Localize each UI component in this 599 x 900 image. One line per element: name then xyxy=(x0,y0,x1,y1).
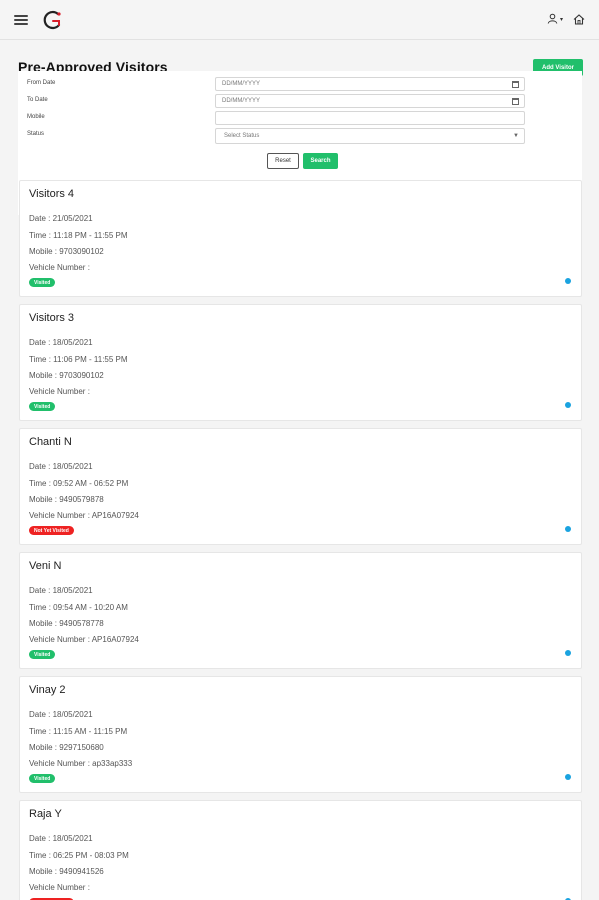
top-bar: ▾ xyxy=(0,0,599,40)
details-dot-icon[interactable] xyxy=(565,774,571,780)
status-badge: Visited xyxy=(29,278,56,287)
visit-time: Time : 09:52 AM - 06:52 PM xyxy=(29,479,129,488)
calendar-icon[interactable] xyxy=(512,98,519,105)
reset-button[interactable]: Reset xyxy=(267,153,299,169)
to-date-input[interactable]: DD/MM/YYYY xyxy=(215,94,525,108)
status-badge: Visited xyxy=(29,650,56,659)
calendar-icon[interactable] xyxy=(512,81,519,88)
visit-time: Time : 09:54 AM - 10:20 AM xyxy=(29,603,128,612)
mobile-label: Mobile xyxy=(27,114,45,120)
vehicle-number: Vehicle Number : ap33ap333 xyxy=(29,759,133,768)
visitor-mobile: Mobile : 9490941526 xyxy=(29,867,104,876)
details-dot-icon[interactable] xyxy=(565,650,571,656)
visitor-card[interactable]: Vinay 2 Date : 18/05/2021 Time : 11:15 AM … xyxy=(19,676,582,793)
user-menu[interactable]: ▾ xyxy=(547,11,563,29)
status-badge: Visited xyxy=(29,402,56,411)
status-label: Status xyxy=(27,131,45,137)
visitor-name: Visitors 3 xyxy=(29,312,75,324)
visit-time: Time : 11:18 PM - 11:55 PM xyxy=(29,231,128,240)
visit-date: Date : 18/05/2021 xyxy=(29,710,93,719)
visitor-mobile: Mobile : 9703090102 xyxy=(29,247,104,256)
vehicle-number: Vehicle Number : AP16A07924 xyxy=(29,635,139,644)
visitor-card[interactable]: Visitors 4 Date : 21/05/2021 Time : 11:18 … xyxy=(19,180,582,297)
visitor-name: Visitors 4 xyxy=(29,188,75,200)
app-logo[interactable] xyxy=(42,9,64,31)
vehicle-number: Vehicle Number : AP16A07924 xyxy=(29,511,139,520)
home-icon[interactable] xyxy=(573,14,585,25)
visitor-mobile: Mobile : 9490579878 xyxy=(29,495,104,504)
visit-time: Time : 11:15 AM - 11:15 PM xyxy=(29,727,128,736)
vehicle-number: Vehicle Number : xyxy=(29,263,90,272)
visitor-name: Veni N xyxy=(29,560,62,572)
search-button[interactable]: Search xyxy=(303,153,338,169)
visitor-card[interactable]: Visitors 3 Date : 18/05/2021 Time : 11:06 … xyxy=(19,304,582,421)
status-badge: Not Yet Visited xyxy=(29,526,74,535)
visit-date: Date : 21/05/2021 xyxy=(29,214,93,223)
visitor-name: Chanti N xyxy=(29,436,72,448)
page-header: Pre-Approved Visitors Add Visitor xyxy=(18,50,583,76)
from-date-placeholder: DD/MM/YYYY xyxy=(222,81,261,87)
from-date-input[interactable]: DD/MM/YYYY xyxy=(215,77,525,91)
chevron-down-icon: ▼ xyxy=(513,133,519,139)
mobile-input[interactable] xyxy=(215,111,525,125)
status-badge: Visited xyxy=(29,774,56,783)
status-selected-value: Select Status xyxy=(224,133,260,139)
visitor-mobile: Mobile : 9703090102 xyxy=(29,371,104,380)
caret-down-icon: ▾ xyxy=(559,17,563,23)
visitor-name: Vinay 2 xyxy=(29,684,66,696)
user-icon xyxy=(547,11,558,29)
hamburger-menu-icon[interactable] xyxy=(14,14,28,25)
details-dot-icon[interactable] xyxy=(565,278,571,284)
details-dot-icon[interactable] xyxy=(565,402,571,408)
visit-date: Date : 18/05/2021 xyxy=(29,462,93,471)
details-dot-icon[interactable] xyxy=(565,526,571,532)
visitor-card[interactable]: Chanti N Date : 18/05/2021 Time : 09:52 AM… xyxy=(19,428,582,545)
visitor-name: Raja Y xyxy=(29,808,62,820)
visitor-mobile: Mobile : 9490578778 xyxy=(29,619,104,628)
visit-date: Date : 18/05/2021 xyxy=(29,586,93,595)
visit-time: Time : 06:25 PM - 08:03 PM xyxy=(29,851,129,860)
from-date-label: From Date xyxy=(27,80,56,86)
to-date-label: To Date xyxy=(27,97,48,103)
visit-date: Date : 18/05/2021 xyxy=(29,834,93,843)
visitor-mobile: Mobile : 9297150680 xyxy=(29,743,104,752)
main-content: Pre-Approved Visitors Add Visitor From D… xyxy=(0,40,599,900)
vehicle-number: Vehicle Number : xyxy=(29,387,90,396)
visit-date: Date : 18/05/2021 xyxy=(29,338,93,347)
visitor-card[interactable]: Raja Y Date : 18/05/2021 Time : 06:25 PM -… xyxy=(19,800,582,900)
to-date-placeholder: DD/MM/YYYY xyxy=(222,98,261,104)
visitor-card[interactable]: Veni N Date : 18/05/2021 Time : 09:54 AM -… xyxy=(19,552,582,669)
vehicle-number: Vehicle Number : xyxy=(29,883,90,892)
status-select[interactable]: Select Status ▼ xyxy=(215,128,525,144)
visit-time: Time : 11:06 PM - 11:55 PM xyxy=(29,355,128,364)
